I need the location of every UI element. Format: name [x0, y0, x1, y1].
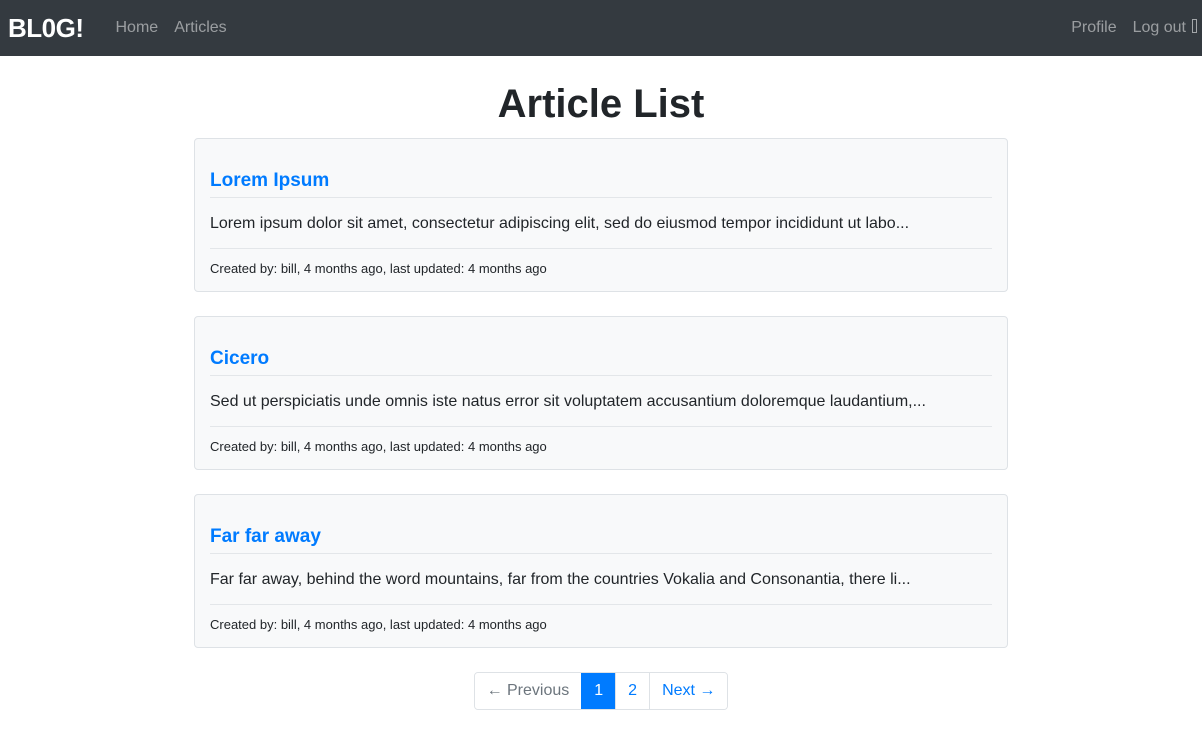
brand-logo[interactable]: BL0G! [8, 13, 84, 44]
pagination: ← Previous 1 2 Next → [0, 672, 1202, 710]
article-meta: Created by: bill, 4 months ago, last upd… [210, 439, 547, 454]
article-card: Lorem Ipsum Lorem ipsum dolor sit amet, … [194, 138, 1008, 292]
page-button-2[interactable]: 2 [615, 673, 650, 709]
article-card: Cicero Sed ut perspiciatis unde omnis is… [194, 316, 1008, 470]
page-title: Article List [497, 82, 705, 126]
article-excerpt: Far far away, behind the word mountains,… [210, 568, 992, 605]
pager: ← Previous 1 2 Next → [473, 672, 729, 710]
logout-icon [1192, 19, 1197, 33]
nav-link-home[interactable]: Home [108, 19, 167, 37]
next-page-button[interactable]: Next → [649, 673, 728, 709]
nav-link-articles[interactable]: Articles [166, 19, 234, 37]
logout-label: Log out [1132, 19, 1186, 36]
article-excerpt: Lorem ipsum dolor sit amet, consectetur … [210, 212, 992, 249]
top-navbar: BL0G! Home Articles Profile Log out [0, 0, 1202, 56]
nav-link-profile[interactable]: Profile [1063, 19, 1124, 37]
article-meta: Created by: bill, 4 months ago, last upd… [210, 261, 547, 276]
previous-page-button: ← Previous [474, 673, 582, 709]
article-title-link[interactable]: Lorem Ipsum [210, 167, 992, 198]
article-card: Far far away Far far away, behind the wo… [194, 494, 1008, 648]
article-title-link[interactable]: Cicero [210, 345, 992, 376]
article-title-link[interactable]: Far far away [210, 523, 992, 554]
page-button-1[interactable]: 1 [581, 673, 616, 709]
article-meta: Created by: bill, 4 months ago, last upd… [210, 617, 547, 632]
article-list: Lorem Ipsum Lorem ipsum dolor sit amet, … [194, 138, 1008, 648]
article-excerpt: Sed ut perspiciatis unde omnis iste natu… [210, 390, 992, 427]
nav-link-logout[interactable]: Log out [1125, 19, 1197, 37]
